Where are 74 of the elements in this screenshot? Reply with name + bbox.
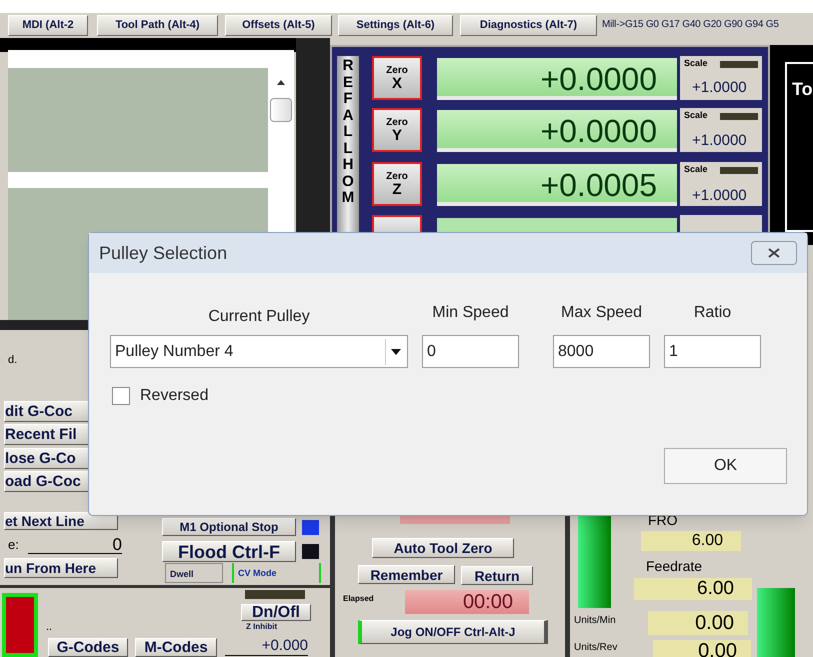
fro-readout: 6.00 bbox=[641, 531, 741, 551]
scale-led-icon bbox=[720, 61, 758, 68]
mcodes-button[interactable]: M-Codes bbox=[135, 638, 217, 657]
status-text: d. bbox=[8, 355, 18, 366]
min-speed-field[interactable]: 0 bbox=[422, 335, 519, 368]
z-inhibit-label: Z Inhibit bbox=[246, 623, 278, 631]
close-icon bbox=[768, 248, 780, 258]
ratio-label: Ratio bbox=[694, 303, 732, 323]
return-button[interactable]: Return bbox=[461, 566, 533, 585]
units-min-label: Units/Min bbox=[574, 616, 616, 626]
reversed-label: Reversed bbox=[140, 386, 208, 406]
z-inhibit-button[interactable]: Dn/Ofl bbox=[241, 604, 311, 621]
toggle-button[interactable]: M1 Optional Stop bbox=[162, 518, 296, 536]
z-value-field: +0.000 bbox=[225, 638, 308, 656]
mode-indicator: CV Mode bbox=[232, 563, 321, 583]
tab[interactable]: Tool Path (Alt-4) bbox=[97, 15, 218, 36]
jog-toggle-button[interactable]: Jog ON/OFF Ctrl-Alt-J bbox=[358, 620, 548, 644]
zero-axis-button[interactable]: Zero Z bbox=[372, 162, 422, 206]
dropdown-caret-icon bbox=[390, 348, 400, 354]
axis-readout: +0.0000 bbox=[437, 58, 677, 100]
z-inhibit-led bbox=[245, 590, 305, 599]
auto-tool-zero-button[interactable]: Auto Tool Zero bbox=[372, 538, 514, 558]
scale-led-icon bbox=[720, 167, 758, 174]
tab[interactable]: Diagnostics (Alt-7) bbox=[460, 15, 597, 36]
units-rev-readout: 0.00 bbox=[653, 640, 751, 657]
tab[interactable]: MDI (Alt-2 bbox=[8, 15, 88, 36]
dots-label: .. bbox=[46, 622, 52, 633]
reversed-checkbox[interactable] bbox=[112, 387, 130, 405]
max-speed-field[interactable]: 8000 bbox=[553, 335, 650, 368]
elapsed-label: Elapsed bbox=[343, 595, 374, 603]
file-button[interactable]: Recent Fil bbox=[4, 424, 90, 445]
scale-value: +1.0000 bbox=[692, 80, 747, 95]
min-speed-label: Min Speed bbox=[432, 303, 509, 323]
spindle-bar bbox=[757, 588, 795, 657]
scrollbar-thumb[interactable] bbox=[270, 98, 292, 122]
scroll-up-icon[interactable] bbox=[277, 80, 285, 85]
feedrate-label: Feedrate bbox=[646, 559, 702, 573]
scale-value: +1.0000 bbox=[692, 133, 747, 148]
feedrate-readout: 6.00 bbox=[634, 578, 752, 600]
axis-readout: +0.0000 bbox=[437, 110, 677, 152]
line-label: e: bbox=[8, 538, 19, 551]
zero-axis-button[interactable]: Zero X bbox=[372, 56, 422, 100]
units-rev-label: Units/Rev bbox=[574, 643, 618, 653]
tab[interactable]: Settings (Alt-6) bbox=[338, 15, 453, 36]
remember-button[interactable]: Remember bbox=[358, 565, 455, 584]
reset-button[interactable] bbox=[2, 593, 38, 657]
mode-indicator: Dwell bbox=[165, 563, 223, 583]
zero-axis-button[interactable]: Zero Y bbox=[372, 108, 422, 152]
ratio-field[interactable]: 1 bbox=[664, 335, 761, 368]
file-button[interactable]: oad G-Coc bbox=[4, 471, 90, 492]
pulley-dropdown[interactable]: Pulley Number 4 bbox=[110, 335, 408, 368]
close-button[interactable] bbox=[751, 241, 797, 265]
file-button[interactable]: dit G-Coc bbox=[4, 401, 90, 422]
toolpath-label: To bbox=[792, 80, 813, 98]
scale-led-icon bbox=[720, 113, 758, 120]
line-field[interactable]: 0 bbox=[28, 536, 122, 554]
max-speed-label: Max Speed bbox=[561, 303, 642, 323]
ok-button[interactable]: OK bbox=[664, 448, 787, 484]
current-pulley-label: Current Pulley bbox=[208, 307, 310, 327]
run-from-here-button[interactable]: un From Here bbox=[4, 558, 118, 578]
dialog-title: Pulley Selection bbox=[99, 242, 228, 265]
set-next-line-button[interactable]: et Next Line bbox=[4, 512, 118, 530]
scale-label: Scale bbox=[684, 165, 708, 174]
scale-label: Scale bbox=[684, 59, 708, 68]
scale-label: Scale bbox=[684, 111, 708, 120]
file-button[interactable]: lose G-Co bbox=[4, 448, 90, 469]
gcodes-button[interactable]: G-Codes bbox=[48, 638, 128, 657]
modal-line: Mill->G15 G0 G17 G40 G20 G90 G94 G5 bbox=[602, 20, 779, 30]
elapsed-readout: 00:00 bbox=[405, 590, 529, 614]
tab[interactable]: Offsets (Alt-5) bbox=[225, 15, 332, 36]
units-min-readout: 0.00 bbox=[648, 611, 748, 635]
axis-readout: +0.0005 bbox=[437, 164, 677, 206]
toggle-button[interactable]: Flood Ctrl-F bbox=[162, 541, 296, 562]
scale-value: +1.0000 bbox=[692, 188, 747, 203]
